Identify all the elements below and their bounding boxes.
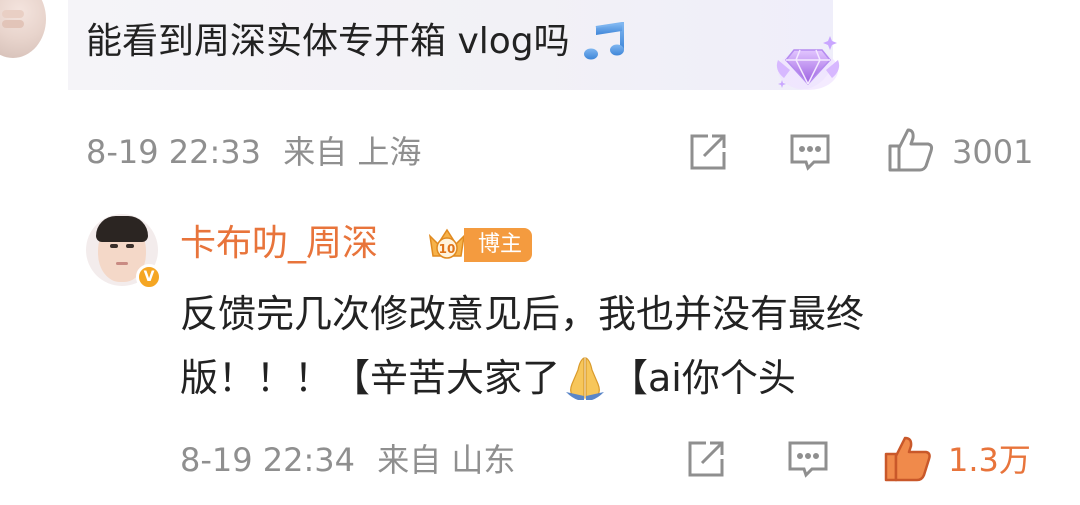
blogger-badge: 博主 xyxy=(464,228,533,262)
comment-time: 8-19 22:33 xyxy=(86,133,262,171)
like-count: 1.3万 xyxy=(948,441,1031,479)
reply-meta: 8-19 22:34 来自 山东 xyxy=(180,440,515,480)
verified-badge-icon: V xyxy=(136,264,162,290)
like-count: 3001 xyxy=(952,133,1034,171)
comment-text-content: 能看到周深实体专开箱 vlog吗 xyxy=(86,21,570,62)
reply-time: 8-19 22:34 xyxy=(180,441,356,479)
svg-text:10: 10 xyxy=(439,242,456,256)
reply-text-line-2: 版！！！【辛苦大家了 【ai你个头 xyxy=(180,352,796,404)
comment-icon[interactable] xyxy=(788,130,832,174)
comment-meta: 8-19 22:33 来自 上海 xyxy=(86,132,421,172)
comment-location: 来自 上海 xyxy=(283,133,422,171)
musical-notes-icon xyxy=(583,22,624,60)
share-icon[interactable] xyxy=(686,130,730,174)
avatar[interactable] xyxy=(0,0,46,58)
reply-text-part-b: 【ai你个头 xyxy=(610,356,796,400)
reply-text-line-1: 反馈完几次修改意见后，我也并没有最终 xyxy=(180,292,865,336)
liked-icon[interactable] xyxy=(882,432,934,484)
gem-badge-icon xyxy=(776,36,840,90)
comment-text: 能看到周深实体专开箱 vlog吗 xyxy=(86,14,630,70)
like-icon[interactable] xyxy=(886,124,936,174)
share-icon[interactable] xyxy=(684,437,728,481)
author-name[interactable]: 卡布叻_周深 xyxy=(180,220,378,268)
author-avatar[interactable]: V xyxy=(86,214,162,290)
reply-text-part-a: 版！！！【辛苦大家了 xyxy=(180,356,561,400)
comment-icon[interactable] xyxy=(786,437,830,481)
praying-hands-icon xyxy=(566,357,605,400)
reply-location: 来自 山东 xyxy=(377,441,516,479)
